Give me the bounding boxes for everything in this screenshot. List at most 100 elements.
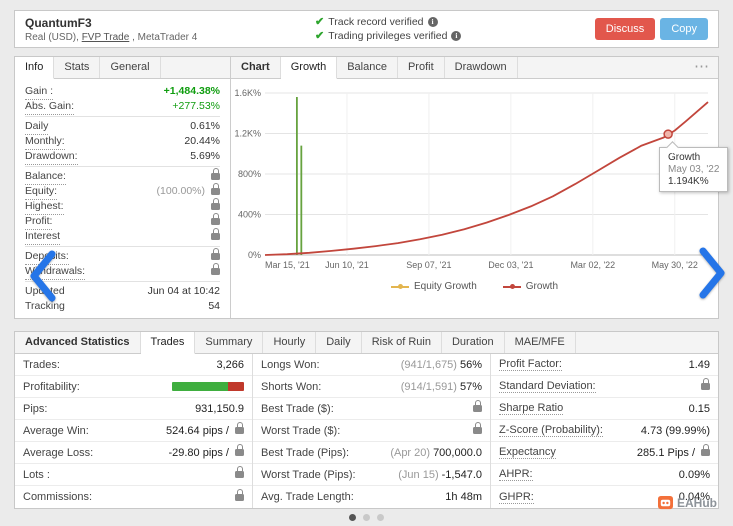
tab-drawdown[interactable]: Drawdown bbox=[445, 57, 518, 78]
lock-icon bbox=[211, 213, 220, 225]
tab-hourly[interactable]: Hourly bbox=[263, 332, 317, 353]
copy-button[interactable]: Copy bbox=[660, 18, 708, 40]
divider bbox=[25, 116, 220, 117]
stat-label: Expectancy bbox=[499, 446, 556, 459]
page: QuantumF3 Real (USD), FVP Trade , MetaTr… bbox=[0, 0, 733, 526]
svg-text:400%: 400% bbox=[238, 210, 261, 220]
broker-link[interactable]: FVP Trade bbox=[82, 32, 130, 43]
tab-stats[interactable]: Stats bbox=[54, 57, 101, 78]
stat-row-lots: Lots : bbox=[15, 464, 252, 486]
svg-text:Jun 10, '21: Jun 10, '21 bbox=[325, 260, 369, 270]
stat-row-average-win: Average Win: 524.64 pips / bbox=[15, 420, 252, 442]
info-label: Balance: bbox=[25, 169, 66, 185]
stat-value: 931,150.9 bbox=[195, 403, 244, 415]
stat-value: 3,266 bbox=[216, 359, 244, 371]
stat-label: Trades: bbox=[23, 358, 60, 371]
lock-icon bbox=[473, 422, 482, 434]
value-text: 700,000.0 bbox=[433, 446, 482, 459]
info-label: Abs. Gain: bbox=[25, 99, 75, 115]
stat-value: 285.1 Pips / bbox=[637, 444, 710, 459]
stat-label: Pips: bbox=[23, 402, 48, 415]
value-text: 1.49 bbox=[688, 358, 710, 371]
growth-chart[interactable]: 0% 400% 800% 1.2K% 1.6K% Mar 15, '21 Jun 10, '… bbox=[233, 81, 716, 281]
tab-general[interactable]: General bbox=[100, 57, 161, 78]
muted-value: (941/1,675) bbox=[400, 358, 457, 371]
stat-label: AHPR: bbox=[499, 468, 533, 481]
tab-mae-mfe[interactable]: MAE/MFE bbox=[505, 332, 576, 353]
info-label: Interest bbox=[25, 229, 61, 245]
stat-label: Best Trade (Pips): bbox=[261, 446, 350, 459]
tab-balance[interactable]: Balance bbox=[337, 57, 398, 78]
lock-icon bbox=[211, 228, 220, 240]
more-menu-icon[interactable]: ⋯ bbox=[694, 57, 710, 77]
eahub-brand[interactable]: EAHub bbox=[658, 495, 717, 510]
tab-daily[interactable]: Daily bbox=[316, 332, 362, 353]
lock-icon bbox=[235, 422, 244, 434]
stat-label: Average Loss: bbox=[23, 446, 94, 459]
info-value bbox=[208, 198, 220, 210]
stat-label: Sharpe Ratio bbox=[499, 402, 564, 415]
pagination-dot-3[interactable] bbox=[377, 514, 384, 521]
stat-row-commissions: Commissions: bbox=[15, 486, 252, 508]
muted-value: (100.00%) bbox=[156, 185, 205, 197]
next-arrow-icon[interactable] bbox=[697, 247, 727, 299]
info-label: Drawdown: bbox=[25, 149, 78, 165]
lock-icon bbox=[235, 444, 244, 456]
value-text: 0.15 bbox=[688, 402, 710, 415]
stat-row-average-loss: Average Loss: -29.80 pips / bbox=[15, 442, 252, 464]
info-label: Profit: bbox=[25, 214, 53, 230]
verify-label: Track record verified bbox=[328, 16, 424, 28]
info-label: Gain : bbox=[25, 84, 54, 100]
chart-tabbar: Chart Growth Balance Profit Drawdown ⋯ bbox=[231, 57, 718, 79]
stats-tabbar: Advanced Statistics Trades Summary Hourly Da… bbox=[15, 332, 718, 354]
value-text: 1h 48m bbox=[445, 491, 482, 503]
stat-label: Shorts Won: bbox=[261, 380, 322, 393]
stat-label: Profitability: bbox=[23, 380, 80, 393]
svg-text:Mar 15, '21: Mar 15, '21 bbox=[265, 260, 310, 270]
discuss-button[interactable]: Discuss bbox=[594, 18, 656, 40]
stats-table: Trades: 3,266 Profitability: Pips: 931,150.9… bbox=[15, 354, 718, 508]
info-value: 20.44% bbox=[184, 134, 220, 149]
stats-column-2: Longs Won: (941/1,675) 56% Shorts Won: (914/… bbox=[253, 354, 491, 508]
info-label: Daily bbox=[25, 119, 49, 135]
lock-icon bbox=[211, 263, 220, 275]
info-row-highest: Highest: bbox=[25, 198, 220, 215]
chart-legend: Equity Growth Growth bbox=[231, 281, 718, 292]
stat-value bbox=[470, 422, 482, 434]
svg-text:Sep 07, '21: Sep 07, '21 bbox=[406, 260, 451, 270]
lock-icon bbox=[235, 466, 244, 478]
pagination-dot-2[interactable] bbox=[363, 514, 370, 521]
tab-trades[interactable]: Trades bbox=[140, 332, 196, 354]
lock-icon bbox=[473, 400, 482, 412]
pagination-dot-1[interactable] bbox=[349, 514, 356, 521]
info-icon[interactable]: i bbox=[427, 17, 438, 27]
account-type: Real (USD), bbox=[25, 31, 82, 43]
muted-value: (Jun 15) bbox=[398, 468, 439, 481]
info-label: Highest: bbox=[25, 199, 64, 215]
stat-value: (Jun 15) -1,547.0 bbox=[398, 469, 482, 481]
check-icon: ✔ bbox=[315, 30, 325, 42]
stat-value: 0.15 bbox=[689, 403, 710, 415]
tab-growth[interactable]: Growth bbox=[280, 57, 338, 79]
tab-duration[interactable]: Duration bbox=[442, 332, 505, 353]
lock-icon bbox=[701, 444, 710, 456]
legend-swatch bbox=[502, 284, 521, 289]
stat-value bbox=[698, 378, 710, 390]
tab-advanced-statistics[interactable]: Advanced Statistics bbox=[15, 332, 141, 353]
tab-profit[interactable]: Profit bbox=[398, 57, 445, 78]
stat-label: Worst Trade ($): bbox=[261, 424, 341, 437]
tooltip-date: May 03, '22 bbox=[668, 164, 720, 175]
tooltip-value: 1.194K% bbox=[668, 176, 709, 187]
tab-chart[interactable]: Chart bbox=[231, 57, 281, 78]
value-text: 0.61% bbox=[190, 120, 220, 132]
tab-risk-of-ruin[interactable]: Risk of Ruin bbox=[362, 332, 442, 353]
tab-summary[interactable]: Summary bbox=[195, 332, 264, 353]
info-icon[interactable]: i bbox=[451, 31, 462, 41]
prev-arrow-icon[interactable] bbox=[28, 250, 58, 302]
info-value: Jun 04 at 10:42 bbox=[148, 284, 220, 299]
stat-row-worst-trade-pips: Worst Trade (Pips): (Jun 15) -1,547.0 bbox=[253, 464, 490, 486]
stat-value: (914/1,591) 57% bbox=[401, 381, 482, 393]
value-text: 4.73 (99.99%) bbox=[640, 424, 710, 437]
value-text: Jun 04 at 10:42 bbox=[147, 285, 220, 297]
tab-info[interactable]: Info bbox=[15, 57, 55, 79]
